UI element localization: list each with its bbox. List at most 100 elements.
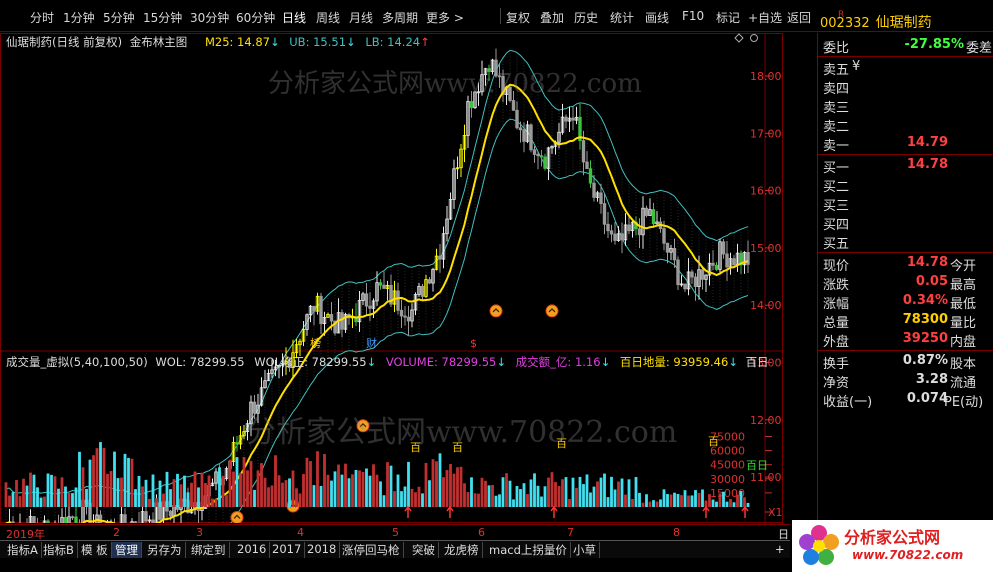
- volume-bar: [372, 464, 375, 507]
- sell-1-row[interactable]: 卖一 14.79: [818, 134, 993, 154]
- sell-2-row[interactable]: 卖二: [818, 115, 993, 135]
- volume-bar: [571, 477, 575, 507]
- tab-5min[interactable]: 5分钟: [103, 9, 135, 26]
- add-favorite-button[interactable]: +自选: [748, 9, 782, 26]
- volume-bar: [575, 487, 578, 507]
- tab-xiaocao[interactable]: 小草: [570, 542, 600, 558]
- sell-5-row[interactable]: 卖五 ¥: [818, 58, 993, 78]
- fund-label-2: 股本: [950, 357, 977, 372]
- buy-2-row[interactable]: 买二: [818, 175, 993, 195]
- volume-bar: [431, 459, 435, 507]
- volume-bar: [477, 493, 480, 507]
- tab-fenshi[interactable]: 分时: [30, 9, 54, 26]
- volume-bar: [365, 468, 368, 507]
- f10-button[interactable]: F10: [682, 9, 704, 23]
- quote-pct-row: 涨幅 0.34% 最低: [818, 292, 993, 312]
- date-label: 8: [673, 526, 680, 539]
- fuquan-button[interactable]: 复权: [506, 9, 530, 26]
- volume-bar: [666, 494, 669, 507]
- back-button[interactable]: 返回: [787, 9, 811, 26]
- volume-bar: [627, 479, 631, 507]
- volume-bar: [197, 487, 200, 507]
- volume-indicator-title[interactable]: 成交量_虚拟(5,40,100,50): [6, 355, 148, 369]
- tab-monthly[interactable]: 月线: [349, 9, 373, 26]
- tab-indicator-b[interactable]: 指标B: [40, 542, 78, 558]
- candle-body: [403, 315, 407, 318]
- tab-daily[interactable]: 日线: [282, 9, 306, 26]
- chart-pane[interactable]: 18.00 17.00 16.00 15.00 14.00 13.00 12.00 11.00…: [0, 33, 783, 523]
- quote-now-row: 现价 14.78 今开: [818, 254, 993, 274]
- candle-body: [613, 233, 617, 241]
- volume-bar: [330, 480, 333, 507]
- volume-bar: [193, 471, 197, 507]
- tab-macd[interactable]: macd上拐量价: [486, 542, 571, 558]
- volume-bar: [389, 465, 393, 507]
- volume-value: VOLUME: 78299.55: [385, 355, 497, 369]
- volume-bar: [547, 477, 550, 507]
- ub-value: UB: 15.51: [289, 35, 347, 49]
- tab-save-as[interactable]: 另存为: [144, 542, 186, 558]
- history-button[interactable]: 历史: [574, 9, 598, 26]
- volume-bar: [85, 488, 88, 507]
- tab-tupo[interactable]: 突破: [409, 542, 439, 558]
- fund-value: 3.28: [915, 372, 948, 387]
- volume-bar: [491, 484, 494, 507]
- tab-2016[interactable]: 2016: [234, 542, 271, 558]
- volume-bar: [561, 479, 564, 507]
- candle-body: [340, 312, 344, 330]
- quote-value: 39250: [902, 331, 948, 346]
- buy-3-row[interactable]: 买三: [818, 194, 993, 214]
- tab-manage[interactable]: 管理: [112, 542, 142, 558]
- buy-4-row[interactable]: 买四: [818, 213, 993, 233]
- tab-60min[interactable]: 60分钟: [236, 9, 275, 26]
- volume-bar: [746, 502, 750, 507]
- tab-1min[interactable]: 1分钟: [63, 9, 95, 26]
- volume-bar: [270, 485, 274, 507]
- tab-2017[interactable]: 2017: [269, 542, 306, 558]
- volume-bar: [218, 467, 221, 507]
- sell-3-row[interactable]: 卖三: [818, 96, 993, 116]
- volume-bar: [351, 474, 354, 507]
- volume-bar: [267, 487, 270, 507]
- watermark-top: 分析家公式网www.70822.com: [268, 69, 642, 99]
- stock-code: 002332: [820, 16, 870, 31]
- candle-body: [406, 316, 411, 322]
- volume-bar: [624, 494, 627, 507]
- buy-5-row[interactable]: 买五: [818, 232, 993, 252]
- volume-bar: [711, 499, 715, 507]
- tab-zhangting[interactable]: 涨停回马枪: [339, 542, 404, 558]
- price-tick-label: 17.00: [750, 127, 782, 140]
- candle-body: [644, 207, 649, 216]
- mark-button[interactable]: 标记: [716, 9, 740, 26]
- add-tab-button[interactable]: +: [772, 542, 788, 558]
- candle-body: [665, 242, 670, 253]
- diamond-icon: [734, 33, 744, 43]
- tab-weekly[interactable]: 周线: [316, 9, 340, 26]
- indicator-name[interactable]: 金布林主图: [130, 35, 188, 49]
- volume-bar: [645, 494, 648, 507]
- volume-bar: [533, 473, 536, 507]
- tab-longhubang[interactable]: 龙虎榜: [441, 542, 483, 558]
- volume-bar: [515, 485, 519, 507]
- tab-multi-period[interactable]: 多周期: [382, 9, 418, 26]
- tab-bind-to[interactable]: 绑定到: [188, 542, 230, 558]
- draw-line-button[interactable]: 画线: [645, 9, 669, 26]
- buy-4-label: 买四: [823, 218, 850, 233]
- tab-template[interactable]: 模 板: [78, 542, 112, 558]
- tab-2018[interactable]: 2018: [304, 542, 341, 558]
- tab-15min[interactable]: 15分钟: [143, 9, 182, 26]
- fund-netasset-row: 净资 3.28 流通: [818, 371, 993, 391]
- candle-body: [693, 276, 698, 288]
- candle-body: [564, 116, 568, 122]
- stats-button[interactable]: 统计: [610, 9, 634, 26]
- diejia-button[interactable]: 叠加: [540, 9, 564, 26]
- tab-30min[interactable]: 30分钟: [190, 9, 229, 26]
- tab-indicator-a[interactable]: 指标A: [4, 542, 42, 558]
- candle-body: [74, 516, 78, 523]
- buy-1-row[interactable]: 买一 14.78: [818, 156, 993, 176]
- sell-4-row[interactable]: 卖四: [818, 77, 993, 97]
- tab-more[interactable]: 更多 >: [426, 9, 464, 26]
- quote-label: 涨跌: [823, 278, 850, 293]
- candle-body: [714, 264, 719, 270]
- quote-outer-row: 外盘 39250 内盘: [818, 330, 993, 350]
